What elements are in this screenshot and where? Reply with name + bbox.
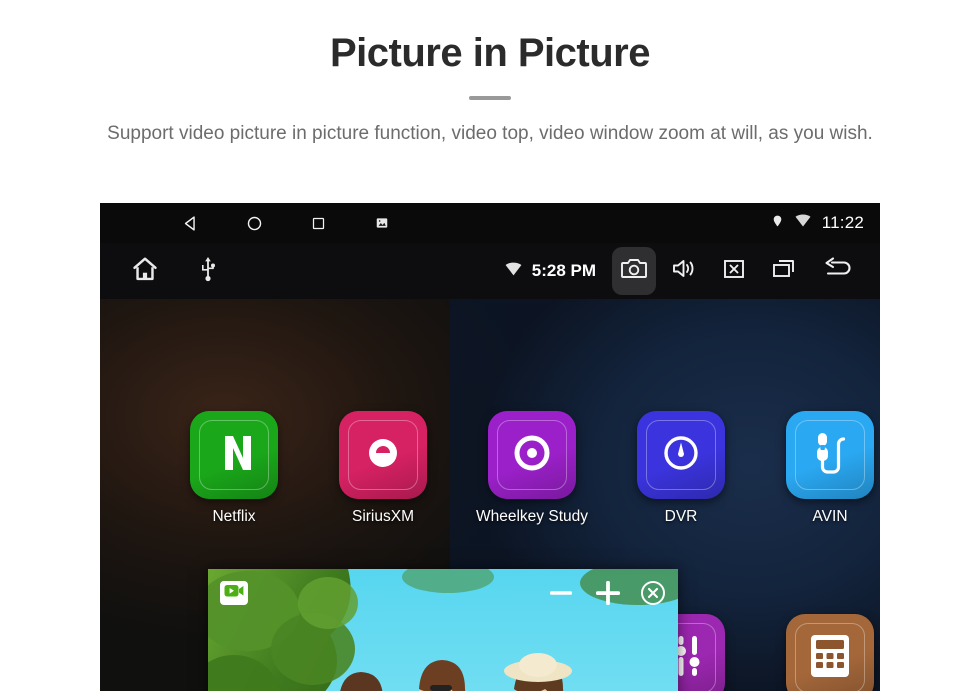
location-pin-icon: [771, 213, 784, 234]
usb-icon[interactable]: [200, 256, 216, 287]
title-divider: [469, 96, 511, 100]
pip-zoom-in-button[interactable]: [592, 577, 624, 609]
back-icon[interactable]: [158, 215, 222, 232]
status-bar-clock: 11:22: [821, 213, 864, 232]
toolbar-left-group: [100, 255, 216, 288]
screenshot-icon[interactable]: [350, 216, 414, 230]
pip-zoom-out-button[interactable]: [546, 578, 576, 608]
pip-close-button[interactable]: [640, 580, 666, 606]
recent-apps-icon: [771, 258, 797, 285]
camera-icon: [621, 257, 647, 285]
app-avin-tile[interactable]: [786, 411, 874, 499]
app-wheelkey-study-tile[interactable]: [488, 411, 576, 499]
app-netflix[interactable]: Netflix: [178, 411, 290, 526]
home-icon[interactable]: [222, 215, 286, 232]
wifi-icon: [794, 213, 812, 233]
video-camera-icon: [224, 583, 244, 603]
device-screenshot: 11:22 5:28 PM Netflix SiriusXM Wheelkey …: [100, 203, 880, 691]
app-netflix-tile[interactable]: [190, 411, 278, 499]
page-subtitle: Support video picture in picture functio…: [107, 123, 873, 144]
netflix-icon: [211, 430, 257, 481]
pip-video-badge: [220, 581, 248, 605]
close-box-icon: [722, 258, 746, 285]
home-icon[interactable]: [130, 255, 160, 288]
app-dvr-label: DVR: [664, 508, 698, 525]
siriusxm-icon: [360, 430, 406, 481]
toolbar-status-group: 5:28 PM: [504, 261, 596, 282]
app-avin-label: AVIN: [812, 508, 848, 525]
toolbar-right-group: 5:28 PM: [504, 243, 864, 299]
status-bar-nav-group: [100, 215, 414, 232]
system-toolbar: 5:28 PM: [100, 243, 880, 299]
status-bar-indicators: 11:22: [771, 203, 864, 243]
app-calculator-tile[interactable]: [786, 614, 874, 691]
toolbar-clock: 5:28 PM: [531, 261, 596, 280]
app-calculator[interactable]: Calculator: [774, 614, 880, 691]
av-plug-icon: [810, 431, 850, 480]
app-wheelkey-study[interactable]: Wheelkey Study: [476, 411, 588, 526]
camera-button[interactable]: [612, 247, 656, 295]
back-button[interactable]: [812, 247, 864, 295]
pip-window[interactable]: Seicane: [208, 569, 678, 691]
calculator-icon: [809, 633, 851, 684]
gauge-icon: [658, 430, 704, 481]
recent-apps-button[interactable]: [762, 247, 806, 295]
wheelkey-icon: [509, 430, 555, 481]
android-status-bar: 11:22: [100, 203, 880, 243]
app-netflix-label: Netflix: [212, 508, 256, 525]
pip-window-controls: [546, 577, 666, 609]
volume-icon: [671, 257, 697, 285]
page-header: Picture in Picture Support video picture…: [0, 0, 980, 149]
back-arrow-icon: [822, 256, 854, 286]
app-siriusxm[interactable]: SiriusXM: [327, 411, 439, 526]
app-dvr-tile[interactable]: [637, 411, 725, 499]
volume-button[interactable]: [662, 247, 706, 295]
close-app-button[interactable]: [712, 247, 756, 295]
wifi-icon: [504, 261, 523, 282]
app-avin[interactable]: AVIN: [774, 411, 880, 526]
recents-icon[interactable]: [286, 216, 350, 231]
app-siriusxm-tile[interactable]: [339, 411, 427, 499]
app-dvr[interactable]: DVR: [625, 411, 737, 526]
app-wheelkey-study-label: Wheelkey Study: [476, 508, 588, 525]
page-title: Picture in Picture: [330, 31, 650, 75]
app-siriusxm-label: SiriusXM: [351, 508, 414, 525]
